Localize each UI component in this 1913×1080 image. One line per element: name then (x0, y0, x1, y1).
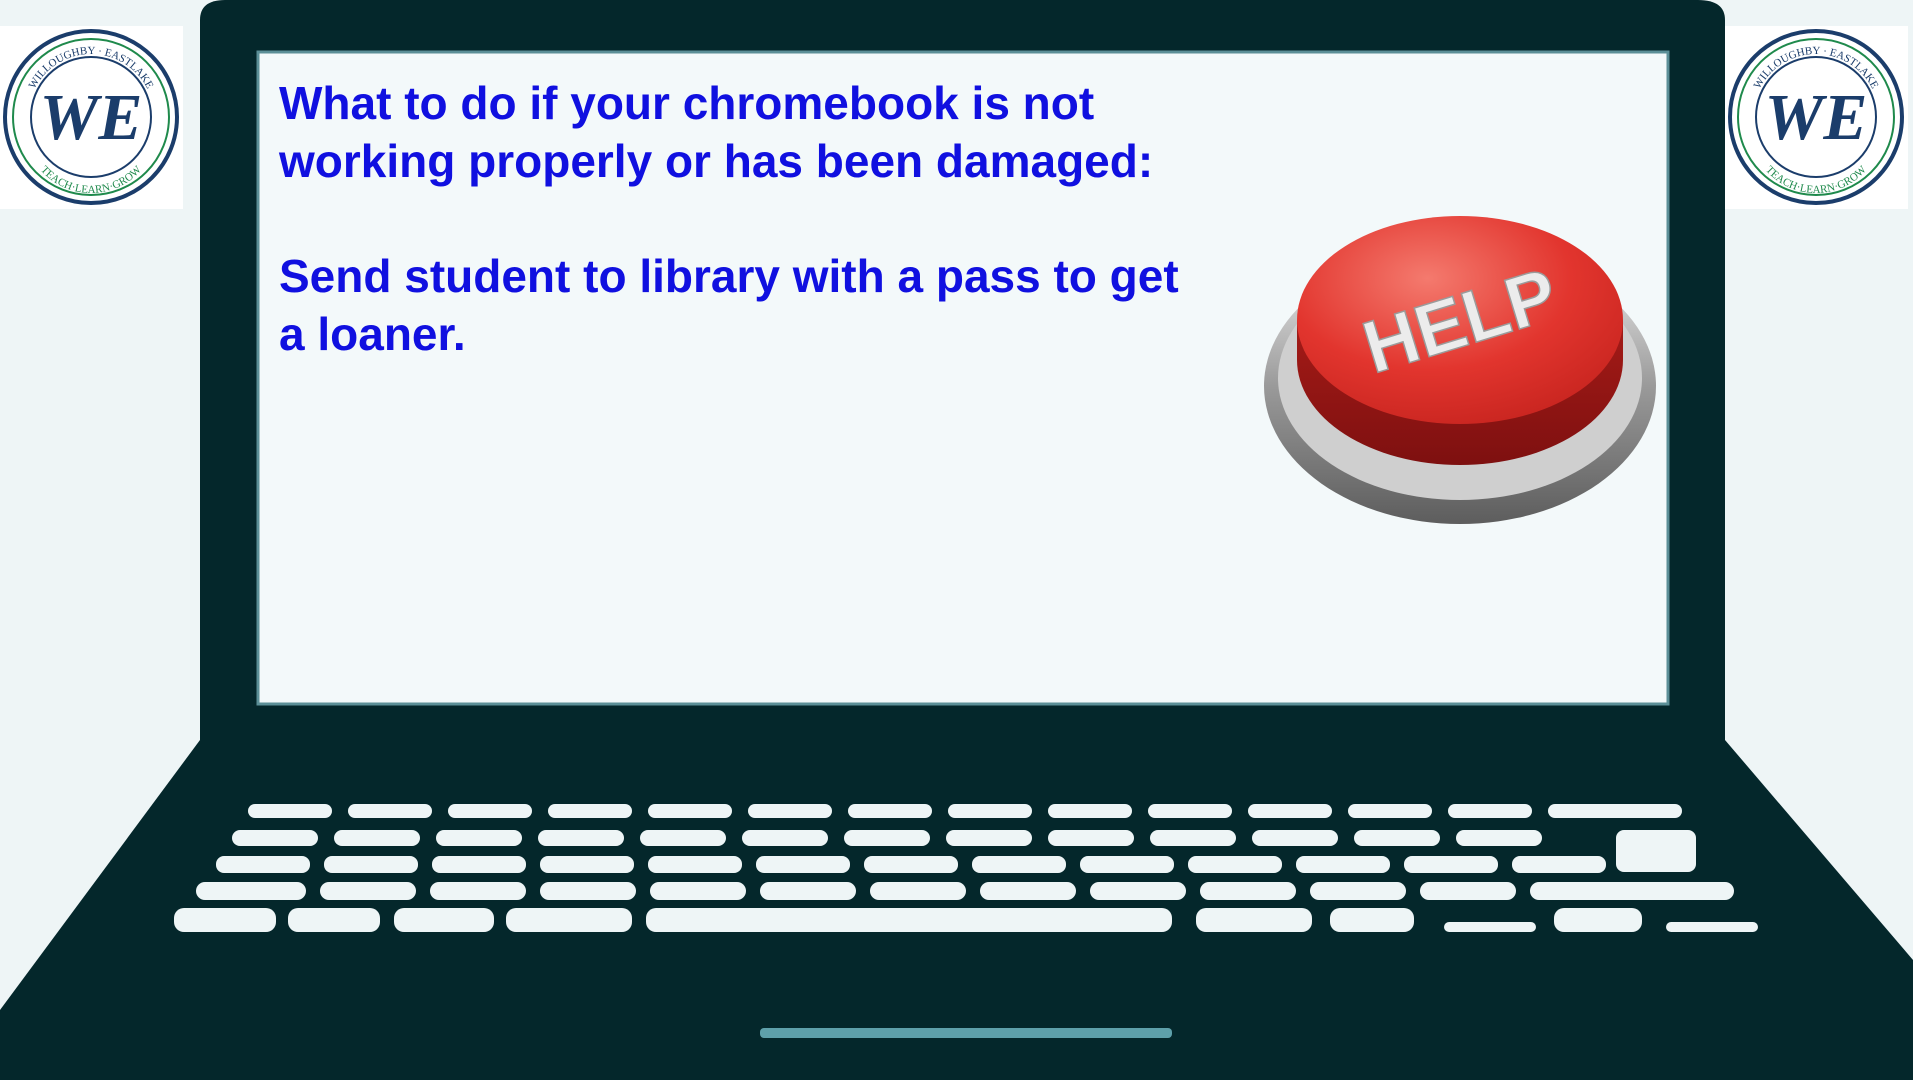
svg-text:WE: WE (40, 81, 143, 154)
key-row-1 (248, 804, 1682, 818)
slide-heading: What to do if your chromebook is not wor… (279, 77, 1154, 187)
help-button-image: HELP (1264, 216, 1656, 524)
slide-instruction: Send student to library with a pass to g… (279, 250, 1179, 360)
school-logo-left: WILLOUGHBY · EASTLAKE TEACH·LEARN·GROW W… (0, 26, 183, 209)
svg-text:WE: WE (1765, 81, 1868, 154)
trackpad (760, 1028, 1172, 1038)
school-logo-right: WILLOUGHBY · EASTLAKE TEACH·LEARN·GROW W… (1725, 26, 1908, 209)
